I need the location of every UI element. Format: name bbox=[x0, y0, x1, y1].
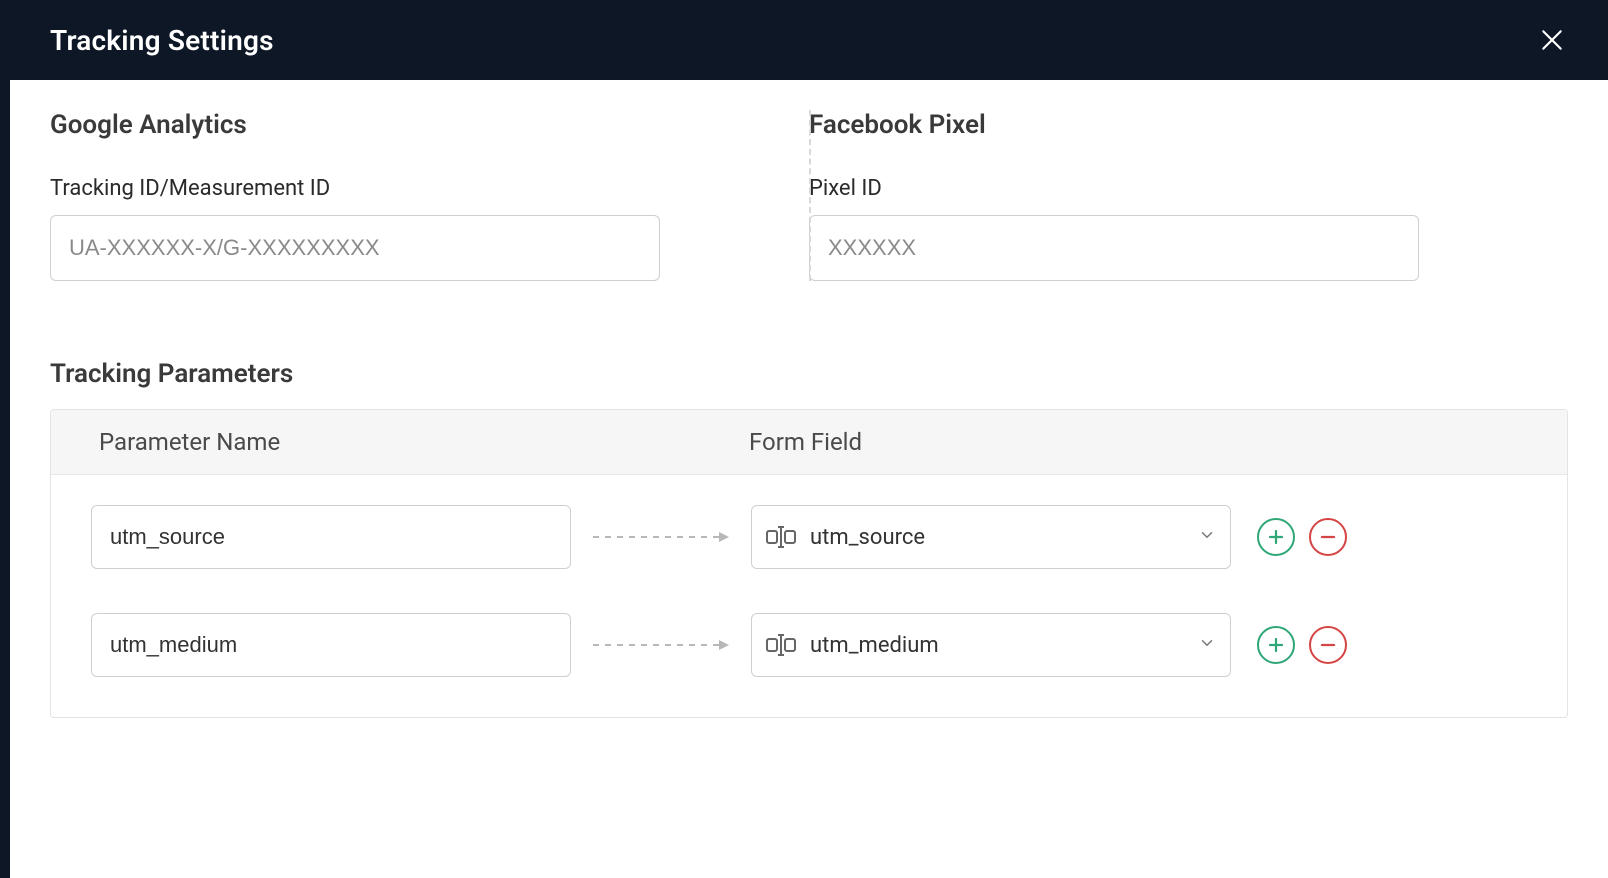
text-field-icon bbox=[766, 526, 796, 548]
vertical-divider bbox=[809, 110, 811, 281]
google-analytics-title: Google Analytics bbox=[50, 110, 749, 140]
add-row-button[interactable] bbox=[1257, 518, 1295, 556]
tracking-parameters-section: Tracking Parameters Parameter Name Form … bbox=[50, 359, 1568, 718]
col-header-parameter-name: Parameter Name bbox=[99, 428, 749, 456]
parameter-name-input[interactable] bbox=[91, 505, 571, 569]
chevron-down-icon bbox=[1198, 634, 1216, 656]
facebook-pixel-section: Facebook Pixel Pixel ID bbox=[809, 110, 1568, 281]
form-field-select[interactable]: utm_source bbox=[751, 505, 1231, 569]
arrow-icon bbox=[571, 639, 751, 651]
facebook-pixel-title: Facebook Pixel bbox=[809, 110, 1508, 140]
google-analytics-section: Google Analytics Tracking ID/Measurement… bbox=[50, 110, 809, 281]
table-row: utm_source bbox=[91, 505, 1527, 569]
modal-title: Tracking Settings bbox=[50, 24, 274, 57]
form-field-select[interactable]: utm_medium bbox=[751, 613, 1231, 677]
pixel-id-label: Pixel ID bbox=[809, 176, 1508, 201]
form-field-value: utm_medium bbox=[810, 633, 1198, 658]
parameter-name-input[interactable] bbox=[91, 613, 571, 677]
arrow-icon bbox=[571, 531, 751, 543]
modal-header: Tracking Settings bbox=[10, 0, 1608, 80]
remove-row-button[interactable] bbox=[1309, 626, 1347, 664]
table-header: Parameter Name Form Field bbox=[51, 410, 1567, 475]
tracking-parameters-title: Tracking Parameters bbox=[50, 359, 1568, 389]
chevron-down-icon bbox=[1198, 526, 1216, 548]
tracking-parameters-table: Parameter Name Form Field bbox=[50, 409, 1568, 718]
tracking-id-input[interactable] bbox=[50, 215, 660, 281]
pixel-id-input[interactable] bbox=[809, 215, 1419, 281]
close-button[interactable] bbox=[1536, 24, 1568, 56]
col-header-form-field: Form Field bbox=[749, 428, 1567, 456]
plus-icon bbox=[1267, 528, 1285, 546]
minus-icon bbox=[1319, 528, 1337, 546]
text-field-icon bbox=[766, 634, 796, 656]
add-row-button[interactable] bbox=[1257, 626, 1295, 664]
plus-icon bbox=[1267, 636, 1285, 654]
remove-row-button[interactable] bbox=[1309, 518, 1347, 556]
table-row: utm_medium bbox=[91, 613, 1527, 677]
tracking-id-label: Tracking ID/Measurement ID bbox=[50, 176, 749, 201]
close-icon bbox=[1539, 27, 1565, 53]
minus-icon bbox=[1319, 636, 1337, 654]
form-field-value: utm_source bbox=[810, 525, 1198, 550]
